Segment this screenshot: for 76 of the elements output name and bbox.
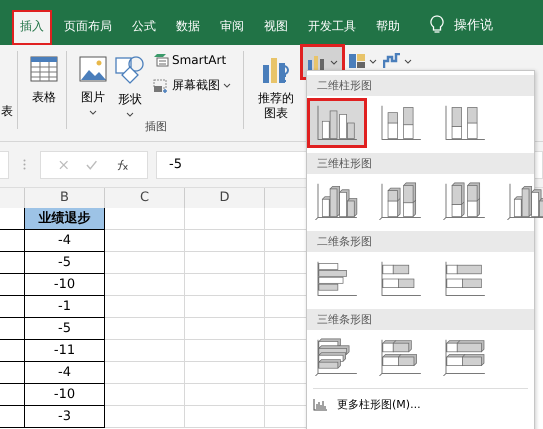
chevron-icon [369,58,377,64]
drag-handle-icon[interactable] [23,159,26,170]
smartart-button[interactable]: SmartArt [151,51,233,69]
tell-me-field[interactable]: 操作说 [454,16,493,45]
chevron-icon [126,112,134,117]
section-header: 二维柱形图 [307,75,534,96]
chevron-icon [330,60,338,64]
column-chart-icon [313,398,327,410]
bar-chart-icon [315,338,359,376]
table-icon [30,55,58,83]
table-button[interactable]: 表格 [26,51,62,110]
table-cell [0,340,25,362]
shapes-icon [115,55,145,85]
shapes-button[interactable]: 形状 [111,51,149,121]
bar-chart-icon [379,260,423,298]
ribbon-tab[interactable]: 页面布局 [56,10,120,45]
chevron-icon [89,110,97,115]
ribbon-tab[interactable]: 插入 [12,10,52,45]
ribbon-tab[interactable]: 公式 [124,10,164,45]
more-charts-item[interactable]: 更多柱形图(M)... [307,393,534,416]
table-cell: -10 [25,274,105,296]
bar-chart-icon [443,338,487,376]
waterfall-chart-icon [383,53,401,69]
header-cell: 业绩退步 [25,208,105,230]
table-cell [0,362,25,384]
check-icon[interactable] [86,160,98,170]
column-header[interactable]: D [185,188,265,208]
table-cell: -1 [25,296,105,318]
section-header: 二维条形图 [307,231,534,252]
table-cell [0,296,25,318]
column-chart-icon [315,104,359,142]
section-header: 三维柱形图 [307,153,534,174]
screenshot-button[interactable]: 屏幕截图 [151,75,233,96]
picture-button[interactable]: 图片 [75,51,111,119]
column-chart-icon [315,182,359,220]
table-cell: -5 [25,318,105,340]
ribbon-tab[interactable]: 视图 [256,10,296,45]
table-cell: -10 [25,384,105,406]
table-cell [0,384,25,406]
ribbon-tab[interactable]: 审阅 [212,10,252,45]
section-header: 三维条形图 [307,309,534,330]
chevron-icon [404,58,412,64]
ribbon-label: 表 [1,103,13,120]
column-chart-icon [443,104,487,142]
bar-chart-icon [379,338,423,376]
bar-chart-icon [315,260,359,298]
camera-icon [153,78,169,92]
lightbulb-icon [430,15,444,35]
ribbon-tab[interactable]: 数据 [168,10,208,45]
table-cell: -4 [25,230,105,252]
ribbon-tab[interactable]: 开发工具 [300,10,364,45]
function-icon[interactable] [116,158,129,170]
column-chart-icon [307,54,327,70]
column-chart-icon [379,104,423,142]
table-cell [0,318,25,340]
column-chart-icon [379,182,423,220]
group-label: 插图 [145,119,167,134]
bar-chart-icon [443,260,487,298]
image-icon [79,55,107,83]
table-cell: -11 [25,340,105,362]
ribbon-tab[interactable]: 帮助 [368,10,408,45]
hierarchy-chart-icon [348,53,366,69]
table-cell: -3 [25,406,105,428]
column-chart-icon [443,182,487,220]
chart-question-icon [261,55,291,85]
table-cell [0,230,25,252]
recommended-charts-button[interactable]: 推荐的图表 [252,51,300,125]
table-cell: -4 [25,362,105,384]
column-header[interactable]: C [105,188,185,208]
table-cell [0,406,25,428]
table-cell [0,274,25,296]
chevron-icon [223,83,231,88]
chart-option[interactable] [307,98,367,148]
table-cell [0,252,25,274]
smartart-icon [153,53,169,67]
table-cell: -5 [25,252,105,274]
